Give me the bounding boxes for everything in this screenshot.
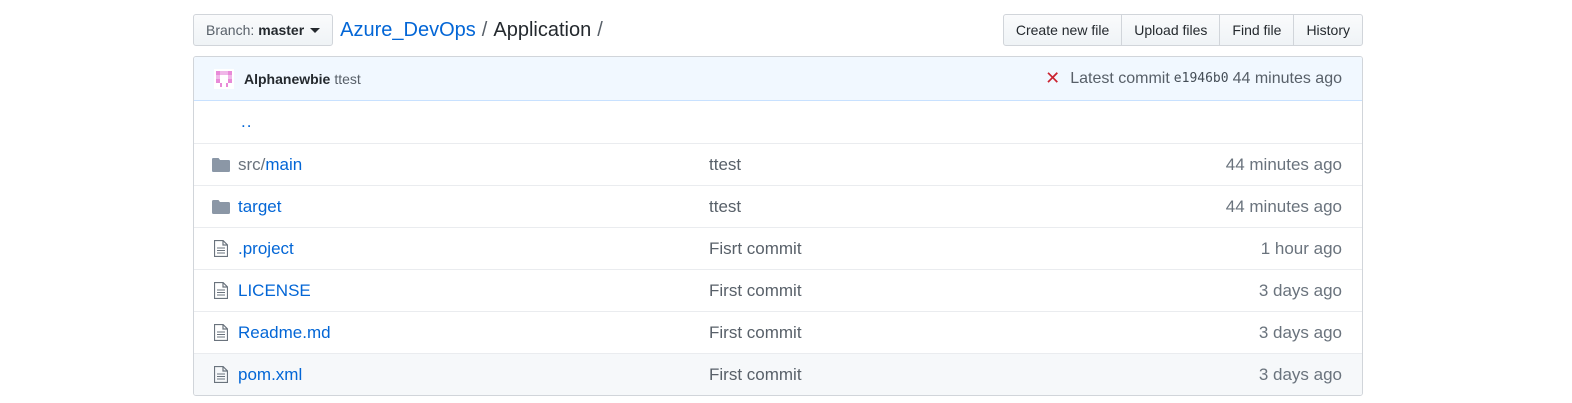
up-directory-link[interactable]: .. (241, 112, 252, 132)
branch-select-button[interactable]: Branch: master (193, 14, 334, 46)
folder-icon (212, 199, 230, 215)
upload-files-button[interactable]: Upload files (1121, 14, 1221, 46)
breadcrumb-separator: / (597, 18, 603, 41)
file-link[interactable]: LICENSE (238, 281, 311, 300)
x-icon[interactable]: ✕ (1045, 68, 1060, 89)
latest-commit-label: Latest commit (1070, 69, 1170, 87)
file-commit-message[interactable]: ttest (709, 155, 741, 175)
file-link[interactable]: target (238, 197, 281, 216)
file-link[interactable]: Readme.md (238, 323, 331, 342)
file-commit-message[interactable]: First commit (709, 281, 802, 301)
file-icon (212, 282, 230, 299)
file-path-prefix: src/ (238, 154, 266, 174)
breadcrumb-current-folder: Application (493, 18, 592, 41)
commit-time: 44 minutes ago (1232, 69, 1342, 87)
file-name: Readme.md (238, 323, 709, 343)
branch-prefix: Branch: (206, 22, 255, 38)
file-commit-message[interactable]: First commit (709, 365, 802, 385)
up-directory-row: .. (194, 101, 1362, 143)
file-commit-message[interactable]: First commit (709, 323, 802, 343)
file-name: .project (238, 239, 709, 259)
file-name: LICENSE (238, 281, 709, 301)
file-icon (212, 324, 230, 341)
commit-message-link[interactable]: ttest (334, 71, 360, 87)
file-age: 3 days ago (1258, 322, 1342, 342)
file-age: 3 days ago (1258, 280, 1342, 300)
table-row: src/main ttest 44 minutes ago (194, 143, 1362, 185)
create-new-file-button[interactable]: Create new file (1002, 14, 1123, 46)
avatar[interactable] (214, 68, 234, 89)
file-name: pom.xml (238, 365, 709, 385)
breadcrumb-repo-link[interactable]: Azure_DevOps (340, 19, 476, 42)
file-age: 44 minutes ago (1225, 196, 1342, 216)
file-age: 1 hour ago (1260, 238, 1342, 258)
commit-sha-link[interactable]: e1946b0 (1174, 71, 1229, 86)
branch-name: master (258, 22, 305, 38)
commit-author-link[interactable]: Alphanewbie (244, 71, 330, 87)
caret-down-icon (310, 27, 321, 33)
file-name: target (238, 197, 709, 217)
file-actions-group: Create new file Upload files Find file H… (1002, 14, 1363, 46)
file-navigation: Branch: master Azure_DevOps / Applicatio… (193, 14, 1363, 46)
table-row: Readme.md First commit 3 days ago (194, 311, 1362, 353)
file-link[interactable]: .project (238, 239, 294, 258)
table-row: pom.xml First commit 3 days ago (194, 353, 1362, 395)
breadcrumb-separator: / (481, 18, 488, 41)
history-button[interactable]: History (1293, 14, 1363, 46)
repo-file-browser: Branch: master Azure_DevOps / Applicatio… (193, 14, 1363, 396)
file-age: 44 minutes ago (1225, 154, 1342, 174)
find-file-button[interactable]: Find file (1219, 14, 1295, 46)
file-age: 3 days ago (1258, 364, 1342, 384)
file-link[interactable]: pom.xml (238, 365, 302, 384)
latest-commit-bar: Alphanewbie ttest ✕ Latest commit e1946b… (194, 57, 1362, 101)
file-commit-message[interactable]: Fisrt commit (709, 239, 802, 259)
table-row: .project Fisrt commit 1 hour ago (194, 227, 1362, 269)
file-icon (212, 240, 230, 257)
file-icon (212, 366, 230, 383)
breadcrumb: Azure_DevOps / Application / (340, 19, 609, 42)
folder-icon (212, 157, 230, 173)
file-commit-message[interactable]: ttest (709, 197, 741, 217)
table-row: LICENSE First commit 3 days ago (194, 269, 1362, 311)
table-row: target ttest 44 minutes ago (194, 185, 1362, 227)
file-list: Alphanewbie ttest ✕ Latest commit e1946b… (193, 56, 1363, 396)
file-name: src/main (238, 155, 709, 175)
latest-commit-info: ✕ Latest commit e1946b0 44 minutes ago (1045, 68, 1342, 89)
file-link[interactable]: main (265, 155, 302, 174)
